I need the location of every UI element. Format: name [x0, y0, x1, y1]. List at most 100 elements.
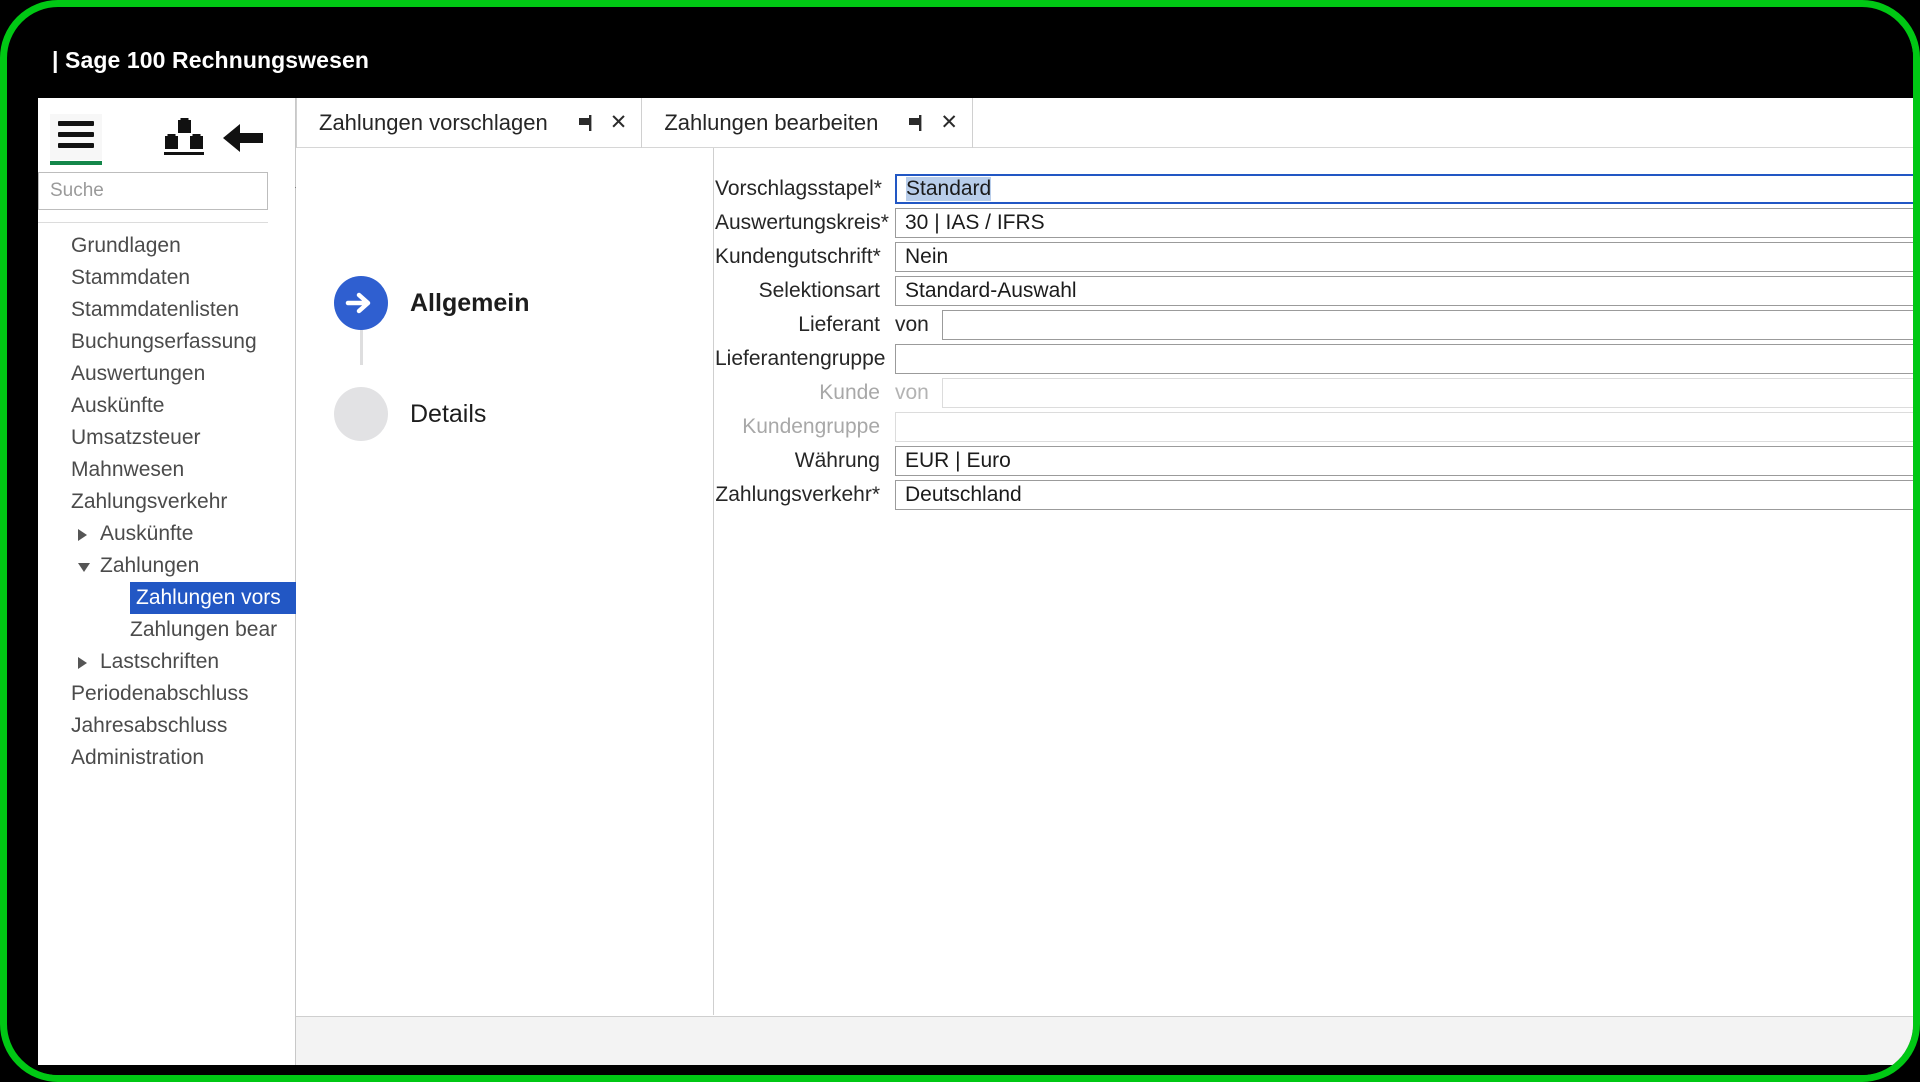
- field-range-from-label: von: [895, 381, 942, 405]
- sidebar-item-lastschriften[interactable]: Lastschriften: [38, 646, 296, 678]
- back-arrow-icon[interactable]: [220, 118, 266, 158]
- sidebar-item-label: Periodenabschluss: [71, 682, 248, 705]
- wizard-step-details[interactable]: Details: [334, 387, 486, 441]
- rail-toolbar: [38, 98, 296, 161]
- field-label: Vorschlagsstapel*: [715, 177, 895, 201]
- sidebar-item-label: Lastschriften: [100, 650, 219, 673]
- search-box[interactable]: [38, 172, 268, 210]
- field-value: EUR | Euro: [905, 449, 1011, 473]
- sidebar-item-buchungserfassung[interactable]: Buchungserfassung: [38, 326, 296, 358]
- left-navigation-rail: Grundlagen Stammdaten Stammdatenlisten Buch…: [38, 98, 296, 1065]
- rail-divider: [38, 222, 268, 223]
- application-window: Grundlagen Stammdaten Stammdatenlisten Buch…: [38, 98, 1920, 1065]
- field-label: Auswertungskreis*: [715, 211, 895, 235]
- field-range-from-label: von: [895, 313, 942, 337]
- sidebar-item-label: Zahlungen: [100, 554, 199, 577]
- window-titlebar: | Sage 100 Rechnungswesen: [14, 36, 1920, 84]
- field-label: Zahlungsverkehr*: [715, 483, 895, 507]
- form-row: Lieferantengruppe: [715, 342, 1920, 376]
- sidebar-item-label: Auskünfte: [71, 394, 164, 417]
- triangle-right-icon[interactable]: [78, 657, 87, 669]
- sidebar-item-label: Mahnwesen: [71, 458, 184, 481]
- rail-search: [38, 172, 268, 210]
- sidebar-item-zahlungen[interactable]: Zahlungen: [38, 550, 296, 582]
- field-value: Standard-Auswahl: [905, 279, 1077, 303]
- tab-zahlungen-bearbeiten[interactable]: Zahlungen bearbeiten ✕: [642, 98, 973, 148]
- sidebar-item-zahlungen-bear[interactable]: Zahlungen bear: [38, 614, 296, 646]
- form-pane: Vorschlagsstapel* Standard Auswertungskre…: [715, 148, 1920, 1015]
- sidebar-item-label: Auskünfte: [100, 522, 193, 545]
- sidebar-item-periodenabschluss[interactable]: Periodenabschluss: [38, 678, 296, 710]
- tab-label: Zahlungen bearbeiten: [664, 110, 878, 136]
- sidebar-item-administration[interactable]: Administration: [38, 742, 296, 774]
- field-label: Lieferant: [715, 313, 895, 337]
- form-row: Kundevon: [715, 376, 1920, 410]
- tab-strip: Zahlungen vorschlagen✕Zahlungen bearbeit…: [296, 98, 1920, 148]
- triangle-down-icon[interactable]: [78, 563, 90, 572]
- blocks-icon[interactable]: [162, 118, 206, 158]
- window-chrome: | Sage 100 Rechnungswesen: [14, 14, 1920, 1082]
- sidebar-item-mahnwesen[interactable]: Mahnwesen: [38, 454, 296, 486]
- form-row: Lieferantvon: [715, 308, 1920, 342]
- navigation-list: Grundlagen Stammdaten Stammdatenlisten Buch…: [38, 230, 296, 774]
- wizard-steps-pane: Allgemein Details: [296, 148, 714, 1015]
- screen-frame: | Sage 100 Rechnungswesen: [0, 0, 1920, 1082]
- field-input[interactable]: Deutschland: [895, 480, 1920, 510]
- pin-icon[interactable]: [906, 113, 926, 133]
- field-label: Kundengutschrift*: [715, 245, 895, 269]
- form-row: Währung EUR | Euro: [715, 444, 1920, 478]
- hamburger-active-underline: [50, 161, 102, 165]
- sidebar-item-label: Stammdaten: [71, 266, 190, 289]
- field-value: Nein: [905, 245, 948, 269]
- pin-icon[interactable]: [576, 113, 596, 133]
- sidebar-item-stammdatenlisten[interactable]: Stammdatenlisten: [38, 294, 296, 326]
- sidebar-item-ausk-nfte[interactable]: Auskünfte: [38, 518, 296, 550]
- hamburger-menu-icon[interactable]: [50, 114, 102, 160]
- field-input[interactable]: [895, 344, 1920, 374]
- field-label: Währung: [715, 449, 895, 473]
- arrow-right-icon: [334, 276, 388, 330]
- sidebar-item-label: Grundlagen: [71, 234, 181, 257]
- sidebar-item-label: Administration: [71, 746, 204, 769]
- sidebar-item-umsatzsteuer[interactable]: Umsatzsteuer: [38, 422, 296, 454]
- triangle-right-icon[interactable]: [78, 529, 87, 541]
- sidebar-item-label: Umsatzsteuer: [71, 426, 201, 449]
- search-input[interactable]: [39, 180, 295, 202]
- close-icon[interactable]: ✕: [610, 112, 628, 133]
- form-row: Kundengutschrift* Nein: [715, 240, 1920, 274]
- field-value: Deutschland: [905, 483, 1022, 507]
- field-input[interactable]: Standard-Auswahl: [895, 276, 1920, 306]
- field-label: Kundengruppe: [715, 415, 895, 439]
- sidebar-item-label: Auswertungen: [71, 362, 205, 385]
- sidebar-item-jahresabschluss[interactable]: Jahresabschluss: [38, 710, 296, 742]
- form-rows: Vorschlagsstapel* Standard Auswertungskre…: [715, 172, 1920, 512]
- form-row: Kundengruppe: [715, 410, 1920, 444]
- sidebar-item-auswertungen[interactable]: Auswertungen: [38, 358, 296, 390]
- wizard-step-allgemein[interactable]: Allgemein: [334, 276, 529, 330]
- field-value: 30 | IAS / IFRS: [905, 211, 1045, 235]
- field-label: Lieferantengruppe: [715, 347, 895, 371]
- field-label: Selektionsart: [715, 279, 895, 303]
- sidebar-item-grundlagen[interactable]: Grundlagen: [38, 230, 296, 262]
- sidebar-item-ausk-nfte[interactable]: Auskünfte: [38, 390, 296, 422]
- field-label: Kunde: [715, 381, 895, 405]
- sidebar-item-label: Buchungserfassung: [71, 330, 257, 353]
- field-input[interactable]: 30 | IAS / IFRS: [895, 208, 1920, 238]
- form-row: Selektionsart Standard-Auswahl: [715, 274, 1920, 308]
- field-input[interactable]: Standard: [895, 174, 1920, 204]
- sidebar-item-zahlungsverkehr[interactable]: Zahlungsverkehr: [38, 486, 296, 518]
- form-row: Vorschlagsstapel* Standard: [715, 172, 1920, 206]
- wizard-step-label: Details: [410, 400, 486, 429]
- sidebar-item-label: Stammdatenlisten: [71, 298, 239, 321]
- step-idle-circle: [334, 387, 388, 441]
- field-input: [895, 412, 1920, 442]
- field-input: [942, 378, 1920, 408]
- field-input[interactable]: EUR | Euro: [895, 446, 1920, 476]
- close-icon[interactable]: ✕: [940, 112, 958, 133]
- field-value: Standard: [906, 177, 991, 201]
- sidebar-item-label: Zahlungsverkehr: [71, 490, 227, 513]
- sidebar-item-stammdaten[interactable]: Stammdaten: [38, 262, 296, 294]
- field-input[interactable]: Nein: [895, 242, 1920, 272]
- field-input[interactable]: [942, 310, 1920, 340]
- tab-zahlungen-vorschlagen[interactable]: Zahlungen vorschlagen✕: [296, 98, 642, 148]
